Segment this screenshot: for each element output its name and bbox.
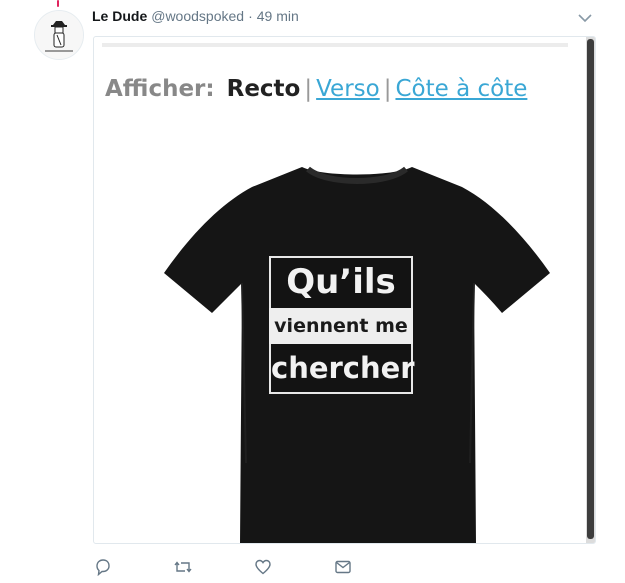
message-icon[interactable] [333, 557, 353, 577]
option-side-by-side[interactable]: Côte à côte [395, 76, 527, 102]
tweet-actions [93, 556, 413, 578]
option-recto[interactable]: Recto [227, 76, 301, 102]
scrollbar[interactable] [586, 37, 595, 543]
print-line-1: Qu’ils [286, 262, 396, 302]
option-separator: | [304, 76, 313, 102]
avatar-figure-icon [35, 11, 83, 59]
shirt-print: Qu’ils viennent me chercher [269, 256, 415, 394]
scrollbar-thumb[interactable] [587, 39, 594, 539]
retweet-icon[interactable] [173, 557, 193, 577]
view-selector: Afficher: Recto | Verso | Côte à côte [105, 73, 545, 106]
timestamp[interactable]: 49 min [257, 8, 299, 24]
media-card[interactable]: Afficher: Recto | Verso | Côte à côte Qu’ils … [93, 36, 596, 544]
view-label: Afficher: [105, 76, 215, 102]
option-separator: | [383, 76, 392, 102]
print-line-3: chercher [271, 351, 415, 385]
print-line-2: viennent me [269, 308, 413, 344]
avatar[interactable] [34, 10, 84, 60]
display-name[interactable]: Le Dude [92, 8, 147, 24]
user-handle[interactable]: @woodspoked [151, 8, 244, 24]
thread-line [57, 0, 59, 7]
tweet-header: Le Dude @woodspoked · 49 min [92, 8, 299, 26]
separator-dot: · [248, 8, 253, 24]
like-icon[interactable] [253, 557, 273, 577]
top-divider [102, 43, 568, 47]
option-verso[interactable]: Verso [316, 76, 380, 102]
chevron-down-icon[interactable] [576, 10, 594, 26]
reply-icon[interactable] [93, 557, 113, 577]
